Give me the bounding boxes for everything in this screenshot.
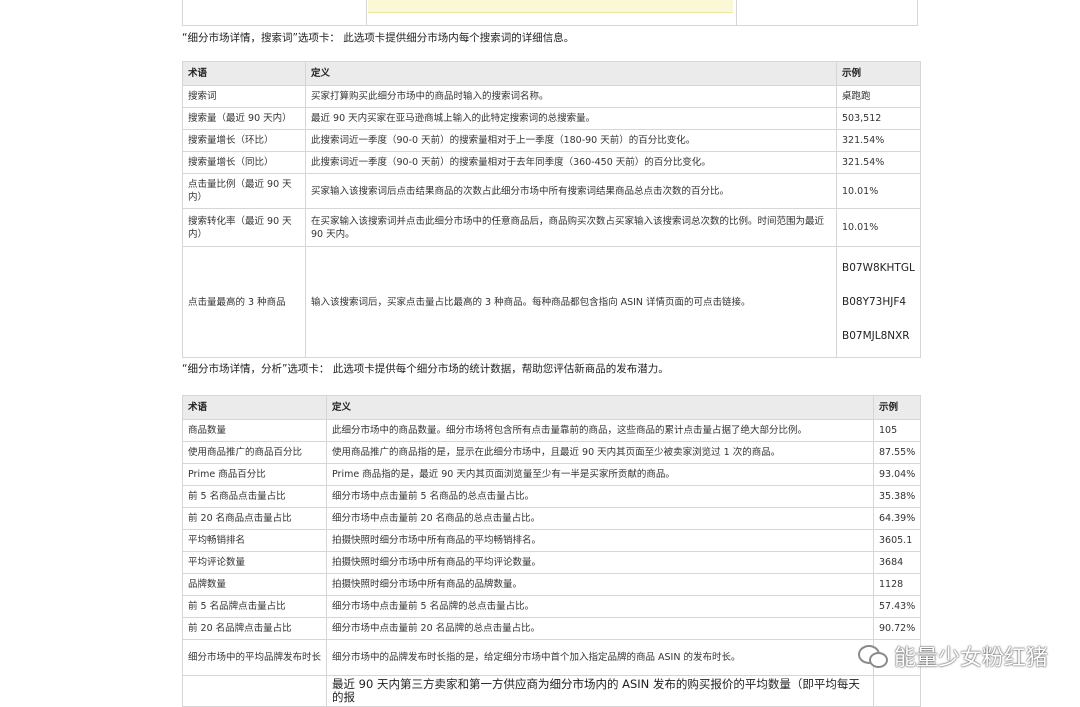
term-cell: 前 20 名商品点击量占比 [182,507,327,530]
definition-cell: 最近 90 天内第三方卖家和第一方供应商为细分市场内的 ASIN 发布的购买报价… [326,675,874,707]
table-row: 平均畅销排名 拍摄快照时细分市场中所有商品的平均畅销排名。 3605.1 [182,529,921,552]
term-cell: 品牌数量 [182,573,327,596]
term-cell: 前 5 名品牌点击量占比 [182,595,327,618]
definition-cell: 买家输入该搜索词后点击结果商品的次数占此细分市场中所有搜索词结果商品总点击次数的… [305,173,837,209]
term-cell: 搜索量（最近 90 天内） [182,107,306,130]
section2-intro: “细分市场详情，分析”选项卡： 此选项卡提供每个细分市场的统计数据，帮助您评估新… [182,363,669,375]
column-divider [366,0,367,25]
definition-cell: 拍摄快照时细分市场中所有商品的品牌数量。 [326,573,874,596]
table-row: 前 5 名品牌点击量占比 细分市场中点击量前 5 名品牌的总点击量占比。 57.… [182,595,921,618]
asin-link[interactable]: B07MJL8NXR [842,329,915,343]
example-cell: 10.01% [836,173,921,209]
example-cell: 64.39% [873,507,921,530]
term-cell: 搜索词 [182,85,306,108]
definition-cell: 细分市场中点击量前 5 名商品的总点击量占比。 [326,485,874,508]
definition-cell: 拍摄快照时细分市场中所有商品的平均畅销排名。 [326,529,874,552]
term-cell [182,675,327,707]
term-cell: 平均评论数量 [182,551,327,574]
example-cell: 3684 [873,551,921,574]
example-cell: 桌跑跑 [836,85,921,108]
term-cell: 搜索转化率（最近 90 天内） [182,208,306,247]
example-cell: 105 [873,419,921,442]
table-row: 使用商品推广的商品百分比 使用商品推广的商品指的是，显示在此细分市场中，且最近 … [182,441,921,464]
term-cell: 使用商品推广的商品百分比 [182,441,327,464]
table-row: 搜索量（最近 90 天内） 最近 90 天内买家在亚马逊商城上输入的此特定搜索词… [182,107,921,130]
example-cell: 93.04% [873,463,921,486]
definition-cell: 此搜索词近一季度（90-0 天前）的搜索量相对于上一季度（180-90 天前）的… [305,129,837,152]
column-divider [736,0,737,25]
term-cell: 搜索量增长（环比） [182,129,306,152]
definition-cell: 细分市场中的品牌发布时长指的是，给定细分市场中首个加入指定品牌的商品 ASIN … [326,639,874,676]
table-header-row: 术语 定义 示例 [182,395,921,420]
watermark-text: 能量少女粉红猪 [893,646,1048,671]
example-cell: 10.01% [836,208,921,247]
table-row: 搜索词 买家打算购买此细分市场中的商品时输入的搜索词名称。 桌跑跑 [182,85,921,108]
asin-link[interactable]: B08Y73HJF4 [842,295,915,309]
table-row: 细分市场中的平均品牌发布时长 细分市场中的品牌发布时长指的是，给定细分市场中首个… [182,639,921,676]
table-row: 搜索量增长（同比） 此搜索词近一季度（90-0 天前）的搜索量相对于去年同季度（… [182,151,921,174]
table-header-row: 术语 定义 示例 [182,61,921,86]
example-cell: 321.54% [836,129,921,152]
table-row: 前 5 名商品点击量占比 细分市场中点击量前 5 名商品的总点击量占比。 35.… [182,485,921,508]
table-row: 搜索量增长（环比） 此搜索词近一季度（90-0 天前）的搜索量相对于上一季度（1… [182,129,921,152]
definition-cell: 此细分市场中的商品数量。细分市场将包含所有点击量靠前的商品，这些商品的累计点击量… [326,419,874,442]
definition-cell: 此搜索词近一季度（90-0 天前）的搜索量相对于去年同季度（360-450 天前… [305,151,837,174]
table-row: 点击量比例（最近 90 天内） 买家输入该搜索词后点击结果商品的次数占此细分市场… [182,173,921,209]
term-cell: Prime 商品百分比 [182,463,327,486]
example-cell: B07W8KHTGL B08Y73HJF4 B07MJL8NXR [836,246,921,358]
example-cell: 321.54% [836,151,921,174]
wechat-icon [857,643,888,669]
example-cell: 503,512 [836,107,921,130]
header-term: 术语 [182,395,327,420]
definition-cell: 细分市场中点击量前 5 名品牌的总点击量占比。 [326,595,874,618]
example-cell: 3605.1 [873,529,921,552]
definition-cell: 输入该搜索词后，买家点击量占比最高的 3 种商品。每种商品都包含指向 ASIN … [305,246,837,358]
header-example: 示例 [836,61,921,86]
term-cell: 平均畅销排名 [182,529,327,552]
table-row: 前 20 名品牌点击量占比 细分市场中点击量前 20 名品牌的总点击量占比。 9… [182,617,921,640]
table-row: 品牌数量 拍摄快照时细分市场中所有商品的品牌数量。 1128 [182,573,921,596]
term-cell: 点击量最高的 3 种商品 [182,246,306,358]
previous-table-fragment [182,0,918,26]
example-cell: 90.72% [873,617,921,640]
asin-link[interactable]: B07W8KHTGL [842,261,915,275]
header-term: 术语 [182,61,306,86]
watermark: 能量少女粉红猪 [857,640,1048,672]
highlight-cell [368,0,733,13]
definition-cell: Prime 商品指的是，最近 90 天内其页面浏览量至少有一半是买家所贡献的商品… [326,463,874,486]
table-row: 前 20 名商品点击量占比 细分市场中点击量前 20 名商品的总点击量占比。 6… [182,507,921,530]
term-cell: 前 5 名商品点击量占比 [182,485,327,508]
table-row: 点击量最高的 3 种商品 输入该搜索词后，买家点击量占比最高的 3 种商品。每种… [182,246,921,358]
search-terms-table: 术语 定义 示例 搜索词 买家打算购买此细分市场中的商品时输入的搜索词名称。 桌… [182,61,921,358]
example-cell: 1128 [873,573,921,596]
term-cell: 前 20 名品牌点击量占比 [182,617,327,640]
header-definition: 定义 [326,395,874,420]
table-row: 商品数量 此细分市场中的商品数量。细分市场将包含所有点击量靠前的商品，这些商品的… [182,419,921,442]
term-cell: 点击量比例（最近 90 天内） [182,173,306,209]
header-example: 示例 [873,395,921,420]
term-cell: 细分市场中的平均品牌发布时长 [182,639,327,676]
table-row: 最近 90 天内第三方卖家和第一方供应商为细分市场内的 ASIN 发布的购买报价… [182,675,921,707]
example-cell [873,675,921,707]
example-cell: 35.38% [873,485,921,508]
table-row: 搜索转化率（最近 90 天内） 在买家输入该搜索词并点击此细分市场中的任意商品后… [182,208,921,247]
definition-cell: 细分市场中点击量前 20 名商品的总点击量占比。 [326,507,874,530]
definition-cell: 使用商品推广的商品指的是，显示在此细分市场中，且最近 90 天内其页面至少被卖家… [326,441,874,464]
table-row: 平均评论数量 拍摄快照时细分市场中所有商品的平均评论数量。 3684 [182,551,921,574]
header-definition: 定义 [305,61,837,86]
definition-cell: 最近 90 天内买家在亚马逊商城上输入的此特定搜索词的总搜索量。 [305,107,837,130]
example-cell: 57.43% [873,595,921,618]
analysis-terms-table: 术语 定义 示例 商品数量 此细分市场中的商品数量。细分市场将包含所有点击量靠前… [182,395,921,707]
definition-cell: 买家打算购买此细分市场中的商品时输入的搜索词名称。 [305,85,837,108]
example-cell: 87.55% [873,441,921,464]
term-cell: 商品数量 [182,419,327,442]
table-row: Prime 商品百分比 Prime 商品指的是，最近 90 天内其页面浏览量至少… [182,463,921,486]
definition-cell: 拍摄快照时细分市场中所有商品的平均评论数量。 [326,551,874,574]
term-cell: 搜索量增长（同比） [182,151,306,174]
definition-cell: 在买家输入该搜索词并点击此细分市场中的任意商品后，商品购买次数占买家输入该搜索词… [305,208,837,247]
definition-cell: 细分市场中点击量前 20 名品牌的总点击量占比。 [326,617,874,640]
section1-intro: “细分市场详情，搜索词”选项卡： 此选项卡提供细分市场内每个搜索词的详细信息。 [182,32,575,44]
